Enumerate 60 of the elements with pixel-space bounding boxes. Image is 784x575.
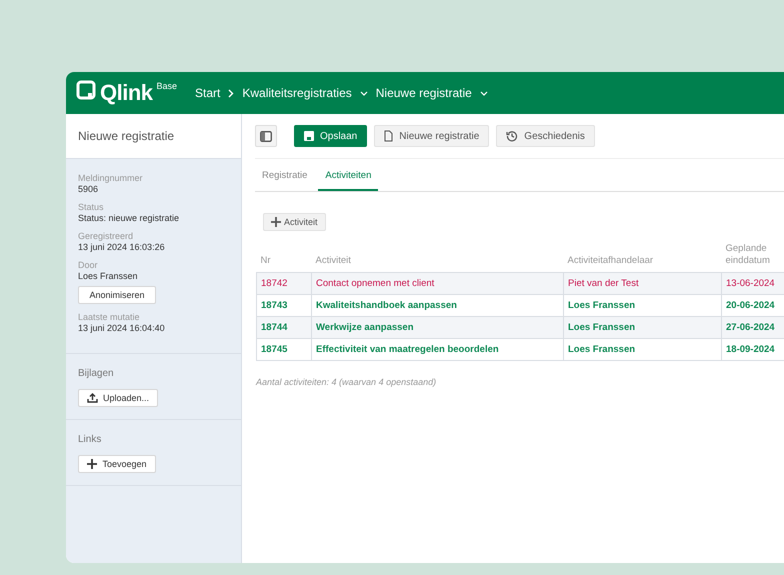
table-cell: 18745 xyxy=(256,338,312,360)
table-cell: 27-06-2024 xyxy=(722,316,784,338)
caret-down-icon xyxy=(360,90,368,96)
table-cell: Contact opnemen met client xyxy=(312,272,564,294)
tab[interactable]: Activiteiten xyxy=(318,161,378,191)
field-label: Door xyxy=(78,260,99,270)
add-activity-button[interactable]: Activiteit xyxy=(263,213,326,231)
table-cell: Effectiviteit van maatregelen beoordelen xyxy=(312,338,564,360)
table-cell: 13-06-2024 xyxy=(722,272,784,294)
toolbar-button[interactable]: Geschiedenis xyxy=(496,125,595,147)
plus-icon xyxy=(87,459,98,469)
table-cell: Loes Franssen xyxy=(564,294,722,316)
field-label: Status xyxy=(78,202,105,212)
table-cell: 18743 xyxy=(256,294,312,316)
column-header: Activiteitafhandelaar xyxy=(568,255,654,268)
field-label: Meldingnummer xyxy=(78,173,144,183)
logo-icon xyxy=(76,80,96,100)
table-cell: 18742 xyxy=(256,272,312,294)
tab[interactable]: Registratie xyxy=(255,161,314,191)
section-title: Bijlagen xyxy=(78,368,115,379)
table-cell: Werkwijze aanpassen xyxy=(312,316,564,338)
field-value: 13 juni 2024 16:04:40 xyxy=(78,323,166,333)
breadcrumb-link[interactable]: Start xyxy=(195,86,220,100)
save-icon xyxy=(304,131,314,141)
field-value: 5906 xyxy=(78,184,100,194)
table-cell: 18744 xyxy=(256,316,312,338)
field-label: Geregistreerd xyxy=(78,231,134,241)
chevron-right-icon xyxy=(228,88,234,98)
breadcrumb-link[interactable]: Nieuwe registratie xyxy=(376,86,472,100)
upload-icon xyxy=(87,393,98,403)
table-cell: Piet van der Test xyxy=(564,272,722,294)
field-value: Status: nieuwe registratie xyxy=(78,213,180,223)
column-header: Geplande einddatum xyxy=(726,243,771,268)
table-cell: 18-09-2024 xyxy=(722,338,784,360)
breadcrumb-link[interactable]: Kwaliteitsregistraties xyxy=(242,86,352,100)
sidebar-toggle-button[interactable] xyxy=(255,125,277,147)
caret-down-icon xyxy=(480,90,488,96)
file-icon xyxy=(384,130,394,142)
column-header: Activiteit xyxy=(316,255,351,268)
column-header: Nr xyxy=(260,255,271,268)
plus-icon xyxy=(271,217,281,227)
field-value: Loes Franssen xyxy=(78,271,139,281)
table-cell: Loes Franssen xyxy=(564,316,722,338)
logo-text: Qlink xyxy=(100,80,153,106)
section-button[interactable]: Toevoegen xyxy=(78,455,156,473)
table-cell: Loes Franssen xyxy=(564,338,722,360)
sidebar-title: Nieuwe registratie xyxy=(66,114,241,159)
activity-count: Aantal activiteiten: 4 (waarvan 4 openstaand) xyxy=(256,376,438,387)
toolbar-button[interactable]: Nieuwe registratie xyxy=(374,125,490,147)
field-value: 13 juni 2024 16:03:26 xyxy=(78,242,166,252)
table-cell: 20-06-2024 xyxy=(722,294,784,316)
logo-edition: Base xyxy=(156,81,178,91)
toolbar-button[interactable]: Opslaan xyxy=(294,125,368,147)
panel-icon xyxy=(260,130,272,142)
history-icon xyxy=(506,130,518,142)
field-label: Laatste mutatie xyxy=(78,312,141,322)
table-cell: Kwaliteitshandboek aanpassen xyxy=(312,294,564,316)
section-button[interactable]: Uploaden... xyxy=(78,389,158,407)
anonymize-button[interactable]: Anonimiseren xyxy=(78,286,156,304)
section-title: Links xyxy=(78,434,102,445)
